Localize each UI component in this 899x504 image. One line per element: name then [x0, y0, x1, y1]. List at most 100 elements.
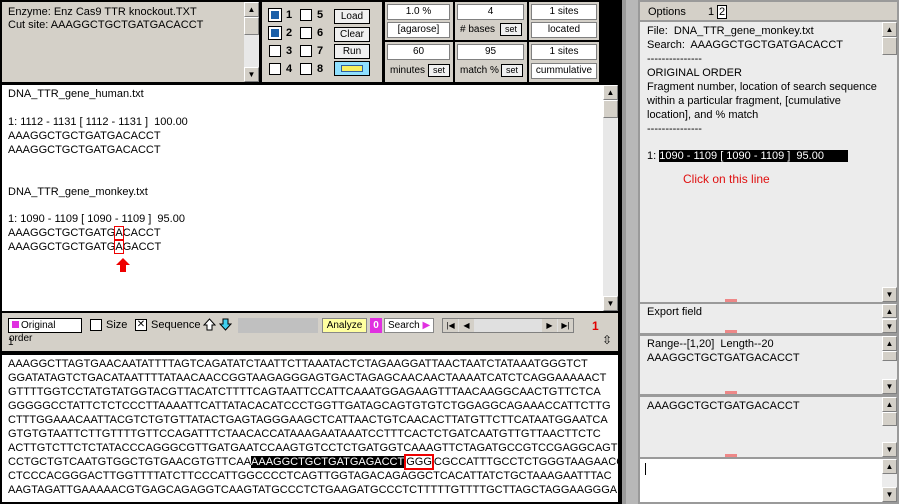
selected-result-row[interactable]: 1: 1090 - 1109 [ 1090 - 1109 ] 95.00 [647, 150, 848, 162]
info-scrollbar[interactable]: ▲ ▼ [882, 22, 897, 302]
minutes-set-button[interactable]: set [428, 64, 450, 77]
scroll-down-icon[interactable]: ▼ [882, 442, 897, 457]
result-loc-human[interactable]: 1: 1112 - 1131 [ 1112 - 1131 ] 100.00 [8, 116, 188, 128]
scroll-down-icon[interactable]: ▼ [882, 487, 897, 502]
sequence-checkbox[interactable]: ✕ [135, 319, 147, 331]
checkbox-6[interactable] [300, 27, 312, 39]
resize-handle[interactable] [725, 391, 737, 394]
seq-line: GTTTTGGTCCTATGTATGGTACGTTACATCTTTTCAGTAA… [8, 386, 601, 398]
sites-located-box: 1 sites located [529, 2, 599, 40]
selected-result-line[interactable]: 1090 - 1109 [ 1090 - 1109 ] 95.00 [659, 150, 848, 162]
search-button[interactable]: Search ▶ [384, 318, 434, 333]
results-scrollbar[interactable]: ▲ ▼ [603, 85, 618, 311]
sequence-pane: AAAGGCTTAGTGAACAATATTTTAGTCAGATATCTAATTC… [2, 355, 624, 502]
record-scrollbar[interactable]: |◀ ◀ ▶ ▶| [442, 318, 574, 333]
updown-icon[interactable]: ⇳ [602, 333, 612, 347]
scroll-up-icon[interactable]: ▲ [882, 22, 897, 37]
checkbox-7[interactable] [300, 45, 312, 57]
arrow-up-icon[interactable] [203, 318, 216, 331]
scroll-down-icon[interactable]: ▼ [882, 319, 897, 333]
info-search: Search: AAAGGCTGCTGATGACACCT [647, 39, 843, 51]
arrow-down-icon[interactable] [219, 318, 232, 331]
checkbox-5[interactable] [300, 9, 312, 21]
minutes-value[interactable]: 60 [387, 44, 450, 60]
resize-handle[interactable] [725, 330, 737, 333]
scroll-thumb[interactable] [882, 37, 897, 55]
num-5: 5 [317, 9, 324, 21]
info-file: File: DNA_TTR_gene_monkey.txt [647, 25, 814, 37]
seq-line-match: CCTGCTGTCAATGTGGCTGTGAACGTGTTCAAAAAGGCTG… [8, 454, 625, 470]
analyze-button[interactable]: Analyze [322, 318, 367, 333]
scroll-up-icon[interactable]: ▲ [882, 397, 897, 412]
checkbox-1[interactable] [268, 8, 282, 22]
checkbox-3[interactable] [269, 45, 281, 57]
splitter[interactable] [626, 0, 638, 504]
resize-handle[interactable] [725, 454, 737, 457]
tab-1[interactable]: 1 [708, 6, 714, 18]
result-seq-monkey-2: AAAGGCTGCTGATGAGACCT [8, 240, 161, 254]
scroll-down-icon[interactable]: ▼ [244, 67, 259, 82]
range-scrollbar[interactable]: ▲ ▼ [882, 336, 897, 394]
export-scrollbar[interactable]: ▲ ▼ [882, 304, 897, 333]
match-set-button[interactable]: set [501, 64, 523, 77]
input-scrollbar[interactable]: ▲ ▼ [882, 459, 897, 502]
bases-set-button[interactable]: set [500, 23, 522, 36]
checkbox-2[interactable] [268, 26, 282, 40]
play-icon: ▶ [419, 320, 431, 331]
info-desc-2: within a particular fragment, [cumulativ… [647, 95, 841, 107]
info-pane: File: DNA_TTR_gene_monkey.txt Search: AA… [640, 22, 897, 302]
export-pane: Export field ▲ ▼ [640, 304, 897, 333]
seq-line: GTGTGTAATTCTTGTTTTGTTCCAGATTTCTAACACCATA… [8, 428, 601, 440]
scroll-thumb[interactable] [603, 100, 618, 118]
prev-record-icon[interactable]: ◀ [459, 319, 474, 332]
gel-preview-button[interactable] [334, 61, 370, 76]
next-record-icon[interactable]: ▶ [542, 319, 557, 332]
original-order-button[interactable]: Original order [8, 318, 82, 344]
info-dashes-2: --------------- [647, 123, 702, 135]
record-count: 1 [592, 319, 599, 333]
scroll-down-icon[interactable]: ▼ [882, 379, 897, 394]
seq-after: CGCCATTTGCCTCTGGGTAAGAACC [433, 456, 625, 468]
sites-cumulative-box: 1 sites cummulative [529, 42, 599, 82]
result-loc-monkey[interactable]: 1: 1090 - 1109 [ 1090 - 1109 ] 95.00 [8, 213, 185, 225]
scroll-up-icon[interactable]: ▲ [882, 459, 897, 474]
seq2-scrollbar[interactable]: ▲ ▼ [882, 397, 897, 457]
scroll-up-icon[interactable]: ▲ [882, 304, 897, 318]
num-1: 1 [286, 9, 293, 21]
first-record-icon[interactable]: |◀ [443, 319, 458, 332]
scroll-down-icon[interactable]: ▼ [882, 287, 897, 302]
checkbox-8[interactable] [300, 63, 312, 75]
cutsite-line: Cut site: AAAGGCTGCTGATGACACCT [8, 19, 204, 31]
clear-button[interactable]: Clear [334, 27, 370, 42]
last-record-icon[interactable]: ▶| [558, 319, 573, 332]
tab-2[interactable]: 2 [717, 5, 728, 19]
bases-value[interactable]: 4 [457, 4, 524, 20]
run-button[interactable]: Run [334, 44, 370, 59]
agarose-label: [agarose] [387, 22, 450, 38]
scroll-up-icon[interactable]: ▲ [882, 336, 897, 351]
sites-label-located: located [531, 22, 597, 38]
num-2: 2 [286, 27, 293, 39]
enzyme-scrollbar[interactable]: ▲ ▼ [244, 2, 259, 82]
size-checkbox[interactable] [90, 319, 102, 331]
checkbox-4[interactable] [269, 63, 281, 75]
load-button[interactable]: Load [334, 9, 370, 24]
scroll-thumb[interactable] [882, 351, 897, 361]
seq-line: AAAGGCTTAGTGAACAATATTTTAGTCAGATATCTAATTC… [8, 358, 588, 370]
num-4: 4 [286, 63, 293, 75]
match-highlight[interactable]: AAAGGCTGCTGATGAGACCT [251, 456, 405, 468]
scroll-thumb[interactable] [244, 17, 259, 35]
range-seq: AAAGGCTGCTGATGACACCT [647, 352, 800, 364]
scroll-up-icon[interactable]: ▲ [603, 85, 618, 100]
agarose-value[interactable]: 1.0 % [387, 4, 450, 20]
scroll-thumb[interactable] [882, 412, 897, 426]
text-cursor [645, 463, 646, 475]
scroll-up-icon[interactable]: ▲ [244, 2, 259, 17]
pam-box: GGG [404, 454, 434, 470]
match-value[interactable]: 95 [457, 44, 524, 60]
scroll-down-icon[interactable]: ▼ [603, 296, 618, 311]
text-input-pane[interactable]: ▲ ▼ [640, 459, 897, 502]
info-desc-3: location], and % match [647, 109, 759, 121]
bottom-record-number: 1 [8, 337, 14, 348]
resize-handle[interactable] [725, 299, 737, 302]
